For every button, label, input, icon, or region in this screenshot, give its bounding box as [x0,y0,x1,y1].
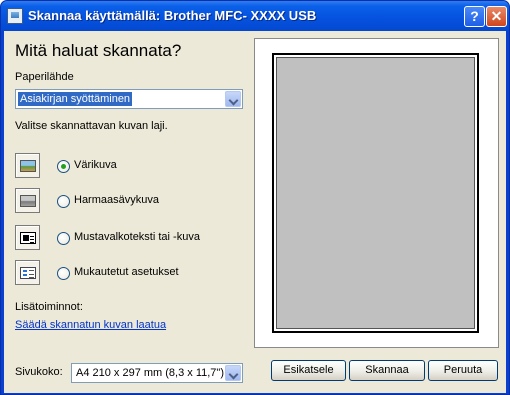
scanner-app-icon [7,8,23,24]
grayscale-photo-icon[interactable] [15,188,40,213]
dialog-body: Mitä haluat skannata? Paperilähde Asiaki… [4,31,506,393]
scan-type-label: Valitse skannattavan kuvan laji. [15,120,168,132]
paper-source-label: Paperilähde [15,71,74,83]
radio-color[interactable] [57,160,70,173]
preview-area [254,38,499,348]
option-label-black-white[interactable]: Mustavalkoteksti tai -kuva [74,231,200,243]
adjust-quality-link[interactable]: Säädä skannatun kuvan laatua [15,319,166,331]
preview-page [272,53,479,333]
page-size-value: A4 210 x 297 mm (8,3 x 11,7") [76,367,224,379]
scan-button[interactable]: Skannaa [349,360,425,381]
more-options-label: Lisätoiminnot: [15,301,83,313]
close-button[interactable]: ✕ [486,6,507,27]
page-size-select[interactable]: A4 210 x 297 mm (8,3 x 11,7") [71,363,243,383]
scan-dialog-window: Skannaa käyttämällä: Brother MFC- XXXX U… [0,0,510,395]
black-white-text-icon[interactable] [15,225,40,250]
cancel-button[interactable]: Peruuta [428,360,498,381]
option-label-color[interactable]: Värikuva [74,159,117,171]
paper-source-select[interactable]: Asiakirjan syöttäminen [15,89,243,109]
preview-button[interactable]: Esikatsele [271,360,346,381]
custom-settings-icon[interactable] [15,260,40,285]
paper-source-value: Asiakirjan syöttäminen [18,92,133,106]
chevron-down-icon[interactable] [225,365,241,381]
title-bar[interactable]: Skannaa käyttämällä: Brother MFC- XXXX U… [1,1,509,31]
radio-grayscale[interactable] [57,195,70,208]
page-size-label: Sivukoko: [15,366,63,378]
color-photo-icon[interactable] [15,153,40,178]
option-label-custom[interactable]: Mukautetut asetukset [74,266,179,278]
window-title: Skannaa käyttämällä: Brother MFC- XXXX U… [28,8,317,23]
preview-scan-region[interactable] [276,57,475,329]
chevron-down-icon[interactable] [225,91,241,107]
radio-custom[interactable] [57,267,70,280]
page-title: Mitä haluat skannata? [15,41,182,60]
help-button[interactable]: ? [464,6,485,27]
option-label-grayscale[interactable]: Harmaasävykuva [74,194,159,206]
radio-black-white[interactable] [57,232,70,245]
